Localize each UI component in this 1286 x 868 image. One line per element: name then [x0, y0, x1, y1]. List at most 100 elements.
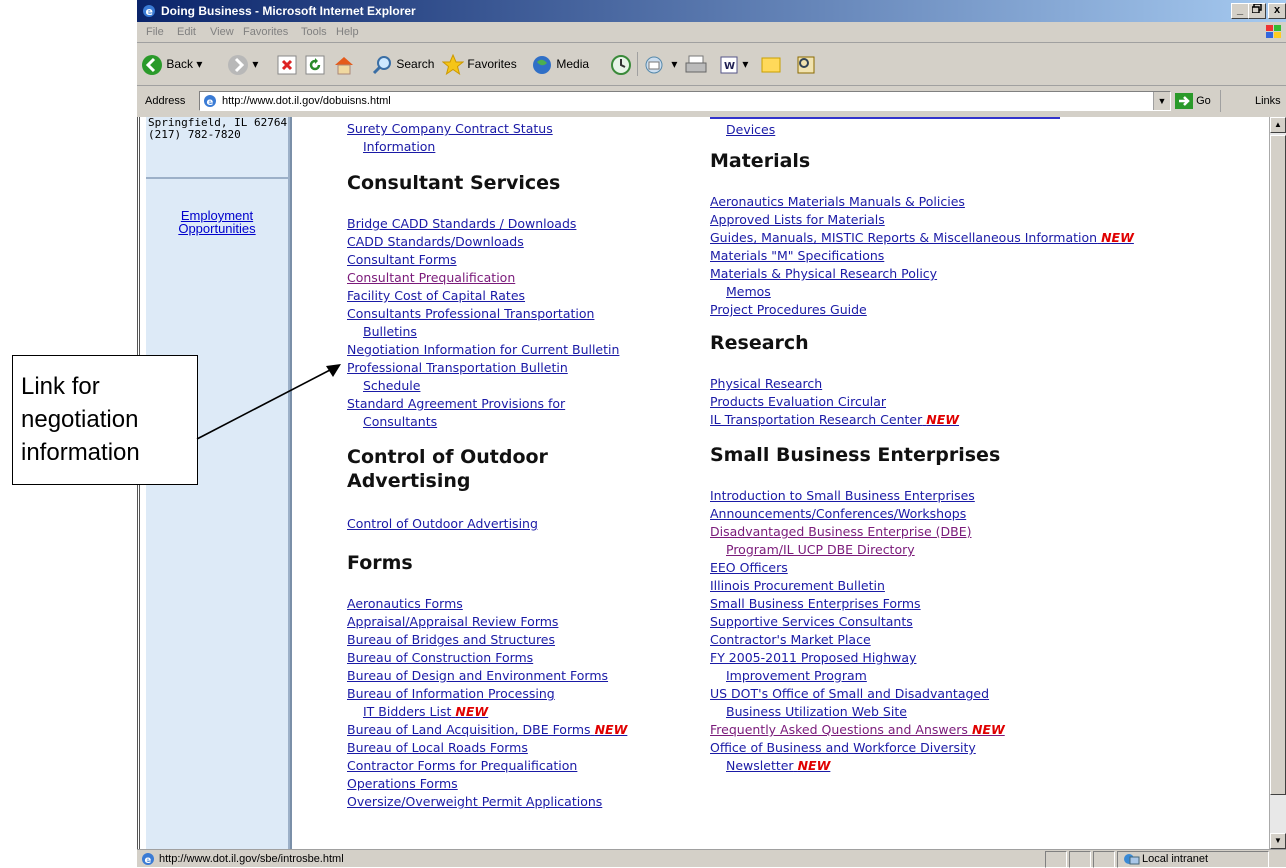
address-input[interactable]: e http://www.dot.il.gov/dobuisns.html ▼	[199, 91, 1171, 111]
usdot-link-cont[interactable]: Business Utilization Web Site	[710, 703, 1265, 721]
history-button[interactable]	[610, 52, 632, 76]
menu-view[interactable]: View	[210, 22, 234, 42]
media-button[interactable]: Media	[531, 52, 589, 76]
go-button[interactable]: Go	[1175, 91, 1211, 111]
ptb-schedule-link[interactable]: Professional Transportation Bulletin	[347, 359, 692, 377]
search-label: Search	[396, 57, 435, 71]
contact-address: Springfield, IL 62764 (217) 782-7820	[148, 117, 288, 141]
construction-forms-link[interactable]: Bureau of Construction Forms	[347, 649, 692, 667]
newsletter-label: Newsletter	[726, 758, 794, 773]
newsletter-link[interactable]: Newsletter NEW	[710, 757, 1265, 775]
stop-button[interactable]	[277, 52, 297, 76]
agreement-link[interactable]: Standard Agreement Provisions for	[347, 395, 692, 413]
print-button[interactable]	[685, 52, 709, 76]
mail-button[interactable]: ▾	[644, 52, 677, 76]
search-icon	[372, 55, 391, 74]
contractor-forms-link[interactable]: Contractor Forms for Prequalification	[347, 757, 692, 775]
operations-forms-link[interactable]: Operations Forms	[347, 775, 692, 793]
supportive-link[interactable]: Supportive Services Consultants	[710, 613, 1265, 631]
bridges-link[interactable]: Bureau of Bridges and Structures	[347, 631, 692, 649]
scroll-down-button[interactable]: ▼	[1270, 833, 1286, 849]
negotiation-link[interactable]: Negotiation Information for Current Bull…	[347, 341, 692, 359]
print-icon	[685, 55, 707, 73]
favorites-label: Favorites	[467, 57, 517, 71]
consultant-forms-link[interactable]: Consultant Forms	[347, 251, 692, 269]
market-place-link[interactable]: Contractor's Market Place	[710, 631, 1265, 649]
appraisal-forms-link[interactable]: Appraisal/Appraisal Review Forms	[347, 613, 692, 631]
facility-cost-link[interactable]: Facility Cost of Capital Rates	[347, 287, 692, 305]
go-label: Go	[1196, 95, 1211, 107]
employment-link[interactable]: Employment Opportunities	[146, 209, 288, 235]
messenger-button[interactable]	[795, 52, 817, 76]
eeo-link[interactable]: EEO Officers	[710, 559, 1265, 577]
announcements-link[interactable]: Announcements/Conferences/Workshops	[710, 505, 1265, 523]
maximize-button[interactable]	[1248, 3, 1266, 19]
bridge-cadd-link[interactable]: Bridge CADD Standards / Downloads	[347, 215, 692, 233]
vertical-scrollbar[interactable]: ▲ ▼	[1269, 117, 1286, 849]
menu-favorites[interactable]: Favorites	[243, 22, 288, 42]
menu-help[interactable]: Help	[336, 22, 359, 42]
sbe-intro-link[interactable]: Introduction to Small Business Enterpris…	[710, 487, 1265, 505]
ptb-link[interactable]: Consultants Professional Transportation	[347, 305, 692, 323]
design-forms-link[interactable]: Bureau of Design and Environment Forms	[347, 667, 692, 685]
aero-materials-link[interactable]: Aeronautics Materials Manuals & Policies	[710, 193, 1265, 211]
consultant-prequal-link[interactable]: Consultant Prequalification	[347, 269, 692, 287]
back-label: Back	[166, 57, 194, 71]
menu-file[interactable]: File	[146, 22, 164, 42]
home-button[interactable]	[333, 52, 355, 76]
forward-arrow-icon	[228, 54, 248, 75]
physical-research-link[interactable]: Physical Research	[710, 375, 1265, 393]
title-bar: e Doing Business - Microsoft Internet Ex…	[137, 0, 1286, 22]
menu-edit[interactable]: Edit	[177, 22, 196, 42]
address-bar: Address e http://www.dot.il.gov/dobuisns…	[137, 86, 1286, 116]
mpr-policy-link[interactable]: Materials & Physical Research Policy	[710, 265, 1265, 283]
dbe-link-cont[interactable]: Program/IL UCP DBE Directory	[710, 541, 1265, 559]
fy-highway-link-cont[interactable]: Improvement Program	[710, 667, 1265, 685]
ptb-link-cont[interactable]: Bulletins	[347, 323, 692, 341]
ptb-schedule-link-cont[interactable]: Schedule	[347, 377, 692, 395]
procedures-guide-link[interactable]: Project Procedures Guide	[710, 301, 1265, 319]
new-badge: NEW	[926, 412, 960, 427]
surety-link[interactable]: Surety Company Contract Status	[347, 120, 692, 138]
memos-link[interactable]: Memos	[710, 283, 1265, 301]
links-label[interactable]: Links	[1255, 86, 1281, 116]
discuss-button[interactable]	[760, 52, 782, 76]
it-bidders-link[interactable]: IT Bidders List NEW	[347, 703, 692, 721]
m-specs-link[interactable]: Materials "M" Specifications	[710, 247, 1265, 265]
refresh-button[interactable]	[305, 52, 325, 76]
forward-button[interactable]: ▾	[227, 52, 258, 76]
sbe-forms-link[interactable]: Small Business Enterprises Forms	[710, 595, 1265, 613]
info-processing-link[interactable]: Bureau of Information Processing	[347, 685, 692, 703]
products-eval-link[interactable]: Products Evaluation Circular	[710, 393, 1265, 411]
procurement-link[interactable]: Illinois Procurement Bulletin	[710, 577, 1265, 595]
surety-link-cont[interactable]: Information	[347, 138, 692, 156]
cadd-link[interactable]: CADD Standards/Downloads	[347, 233, 692, 251]
ictr-label: IL Transportation Research Center	[710, 412, 923, 427]
back-button[interactable]: Back ▾	[141, 52, 202, 76]
guides-link[interactable]: Guides, Manuals, MISTIC Reports & Miscel…	[710, 229, 1265, 247]
oversize-link[interactable]: Oversize/Overweight Permit Applications	[347, 793, 692, 811]
fy-highway-link[interactable]: FY 2005-2011 Proposed Highway	[710, 649, 1265, 667]
usdot-link[interactable]: US DOT's Office of Small and Disadvantag…	[710, 685, 1265, 703]
obwd-link[interactable]: Office of Business and Workforce Diversi…	[710, 739, 1265, 757]
ictr-link[interactable]: IL Transportation Research Center NEW	[710, 411, 1265, 429]
scroll-thumb[interactable]	[1270, 135, 1286, 795]
outdoor-link[interactable]: Control of Outdoor Advertising	[347, 515, 692, 533]
favorites-button[interactable]: Favorites	[441, 52, 517, 76]
scroll-up-button[interactable]: ▲	[1270, 117, 1286, 133]
devices-link[interactable]: Devices	[710, 121, 1265, 139]
minimize-button[interactable]: _	[1231, 3, 1249, 19]
aeronautics-forms-link[interactable]: Aeronautics Forms	[347, 595, 692, 613]
dbe-link[interactable]: Disadvantaged Business Enterprise (DBE)	[710, 523, 1265, 541]
local-roads-link[interactable]: Bureau of Local Roads Forms	[347, 739, 692, 757]
close-button[interactable]: x	[1268, 3, 1286, 19]
edit-button[interactable]: W ▾	[719, 52, 748, 76]
land-acq-link[interactable]: Bureau of Land Acquisition, DBE Forms NE…	[347, 721, 692, 739]
address-dropdown[interactable]: ▼	[1153, 92, 1170, 110]
page-icon: e	[204, 95, 216, 108]
faq-link[interactable]: Frequently Asked Questions and Answers N…	[710, 721, 1265, 739]
search-button[interactable]: Search	[371, 52, 434, 76]
agreement-link-cont[interactable]: Consultants	[347, 413, 692, 431]
approved-lists-link[interactable]: Approved Lists for Materials	[710, 211, 1265, 229]
menu-tools[interactable]: Tools	[301, 22, 327, 42]
